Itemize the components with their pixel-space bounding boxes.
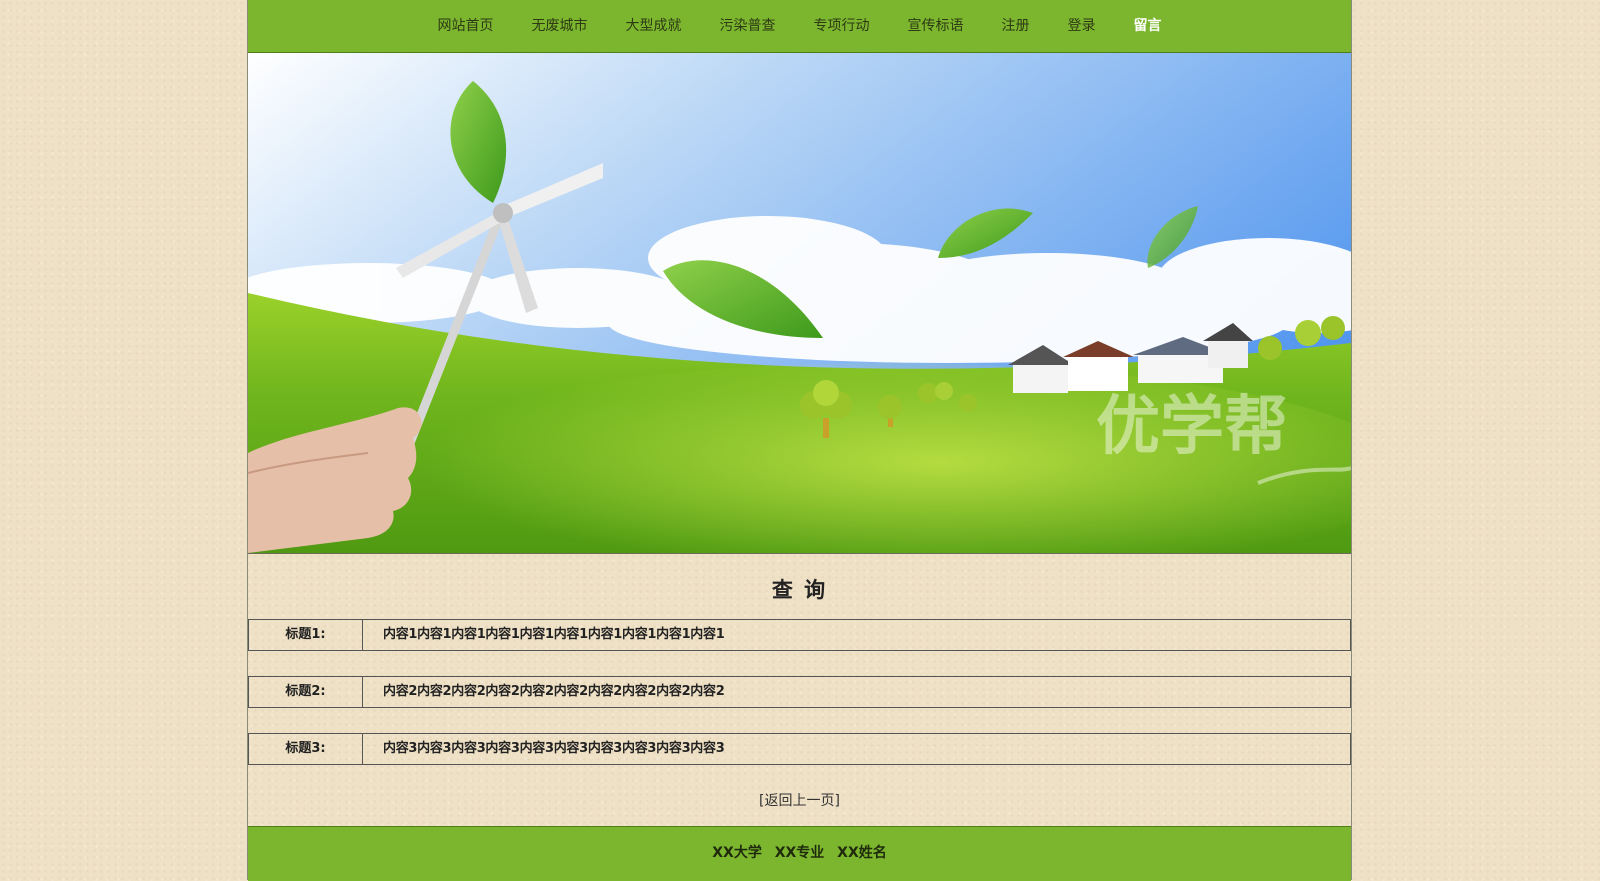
- table-row: 标题2: 内容2内容2内容2内容2内容2内容2内容2内容2内容2内容2: [248, 676, 1351, 708]
- row-label: 标题1:: [249, 620, 363, 650]
- page-title: 查 询: [771, 578, 828, 602]
- row-value: 内容3内容3内容3内容3内容3内容3内容3内容3内容3内容3: [383, 741, 725, 756]
- nav-slogans[interactable]: 宣传标语: [908, 0, 964, 52]
- footer-school: XX大学: [712, 845, 762, 861]
- footer-major: XX专业: [774, 845, 825, 861]
- nav-register[interactable]: 注册: [1002, 0, 1030, 52]
- row-value: 内容1内容1内容1内容1内容1内容1内容1内容1内容1内容1: [383, 627, 725, 642]
- nav-special-action[interactable]: 专项行动: [814, 0, 870, 52]
- row-label: 标题3:: [249, 734, 363, 764]
- page-container: 网站首页 无废城市 大型成就 污染普查 专项行动 宣传标语 注册 登录 留言 优…: [247, 0, 1352, 881]
- watermark: 优学帮: [1096, 390, 1288, 464]
- table-row: 标题1: 内容1内容1内容1内容1内容1内容1内容1内容1内容1内容1: [248, 619, 1351, 651]
- nav-login[interactable]: 登录: [1068, 0, 1096, 52]
- footer: XX大学 XX专业 XX姓名: [248, 826, 1351, 881]
- nav-home[interactable]: 网站首页: [438, 0, 494, 52]
- back-link[interactable]: [返回上一页]: [248, 790, 1351, 810]
- top-nav: 网站首页 无废城市 大型成就 污染普查 专项行动 宣传标语 注册 登录 留言: [248, 0, 1351, 53]
- row-value: 内容2内容2内容2内容2内容2内容2内容2内容2内容2内容2: [383, 684, 725, 699]
- banner-illustration: 优学帮: [248, 53, 1351, 553]
- nav-zero-waste-city[interactable]: 无废城市: [532, 0, 588, 52]
- footer-name: XX姓名: [837, 845, 887, 861]
- hero-banner: 优学帮: [248, 53, 1351, 554]
- nav-achievements[interactable]: 大型成就: [626, 0, 682, 52]
- row-label: 标题2:: [249, 677, 363, 707]
- nav-pollution-census[interactable]: 污染普查: [720, 0, 776, 52]
- main-content: 查 询 标题1: 内容1内容1内容1内容1内容1内容1内容1内容1内容1内容1 …: [248, 554, 1351, 826]
- nav-message[interactable]: 留言: [1134, 0, 1162, 52]
- table-row: 标题3: 内容3内容3内容3内容3内容3内容3内容3内容3内容3内容3: [248, 733, 1351, 765]
